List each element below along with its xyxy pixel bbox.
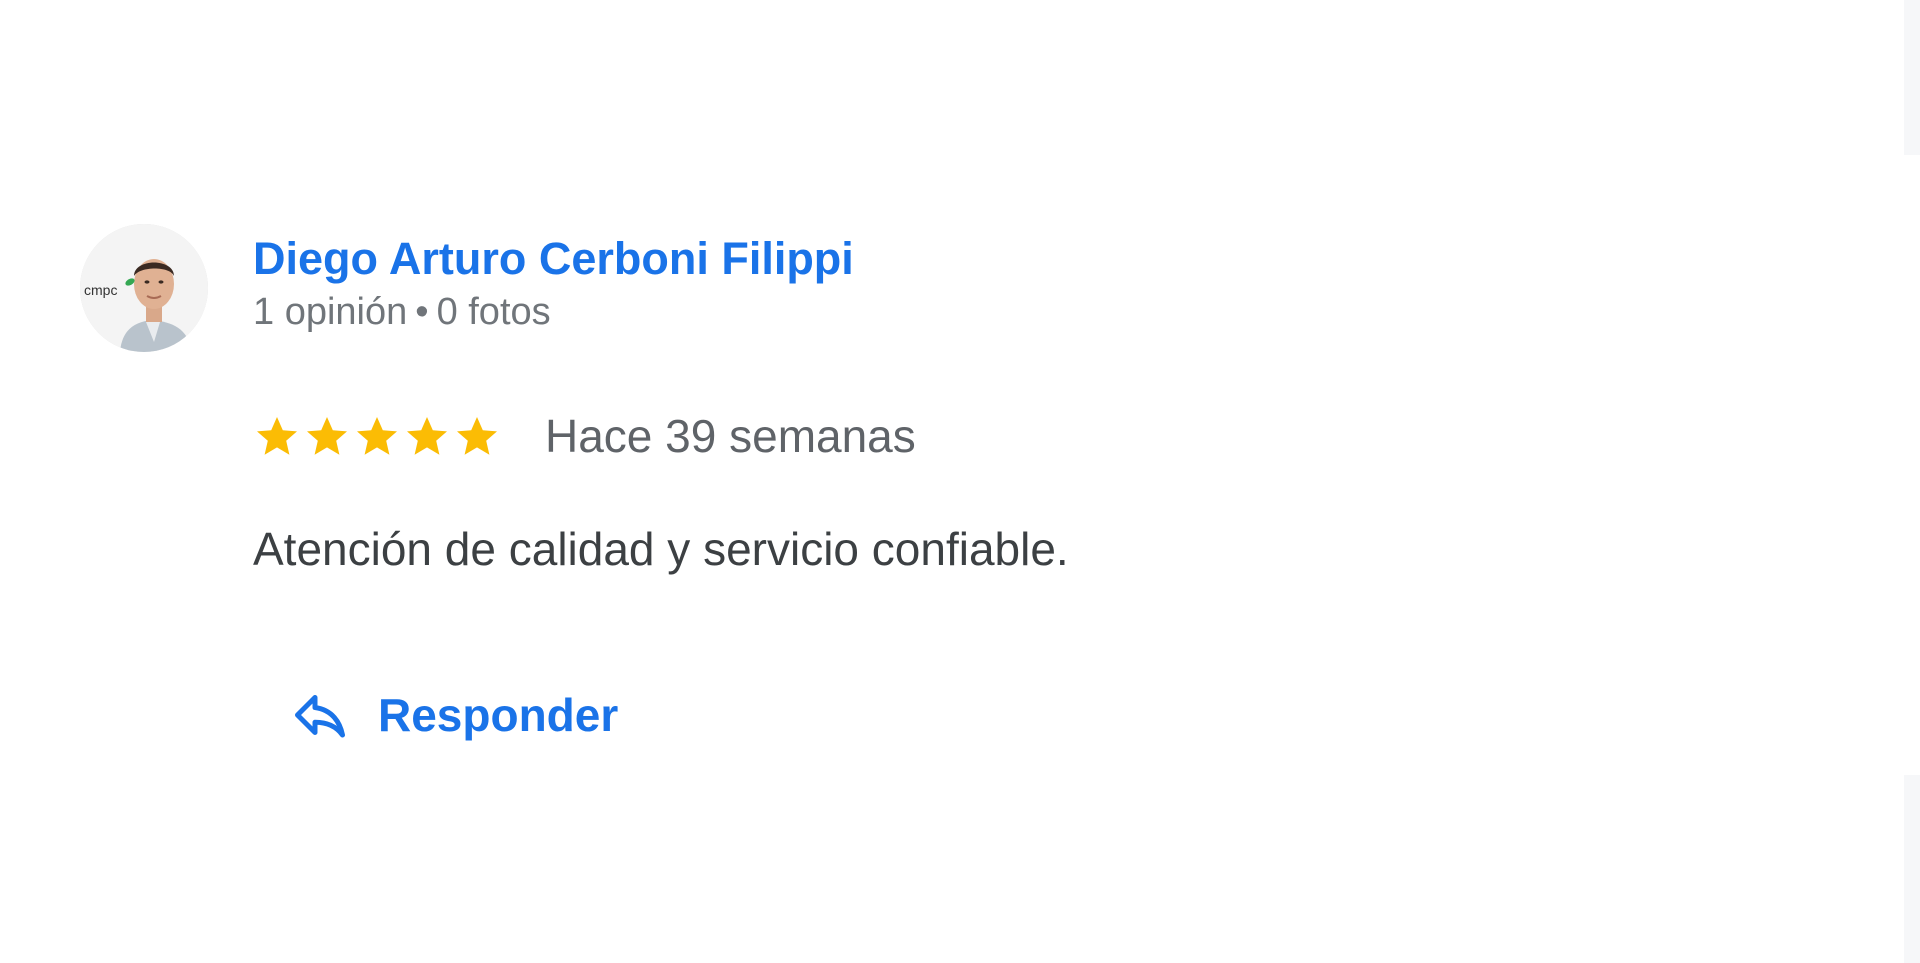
star-icon [403,412,451,460]
star-icon [303,412,351,460]
avatar[interactable]: cmpc [80,224,208,352]
author-name-link[interactable]: Diego Arturo Cerboni Filippi [253,232,854,286]
meta-separator: • [415,291,429,333]
reply-button[interactable]: Responder [280,677,628,753]
star-icon [253,412,301,460]
reply-label: Responder [378,689,619,741]
avatar-logo-text: cmpc [84,282,118,298]
star-icon [353,412,401,460]
photos-count: 0 fotos [436,291,551,333]
reply-icon [290,685,350,745]
author-info: Diego Arturo Cerboni Filippi 1 opinión • 0… [253,232,854,336]
scrollbar-track-top[interactable] [1904,0,1920,155]
star-rating [253,412,501,460]
author-meta: 1 opinión • 0 fotos [253,290,854,336]
review-text: Atención de calidad y servicio confiable… [253,523,1069,575]
rating-row: Hace 39 semanas [253,412,916,460]
review-time: Hace 39 semanas [545,410,916,462]
scrollbar-track-bottom[interactable] [1904,775,1920,963]
star-icon [453,412,501,460]
reviews-count: 1 opinión [253,291,408,333]
page: cmpc Diego Arturo Cerboni Filippi 1 opin… [0,0,1920,963]
